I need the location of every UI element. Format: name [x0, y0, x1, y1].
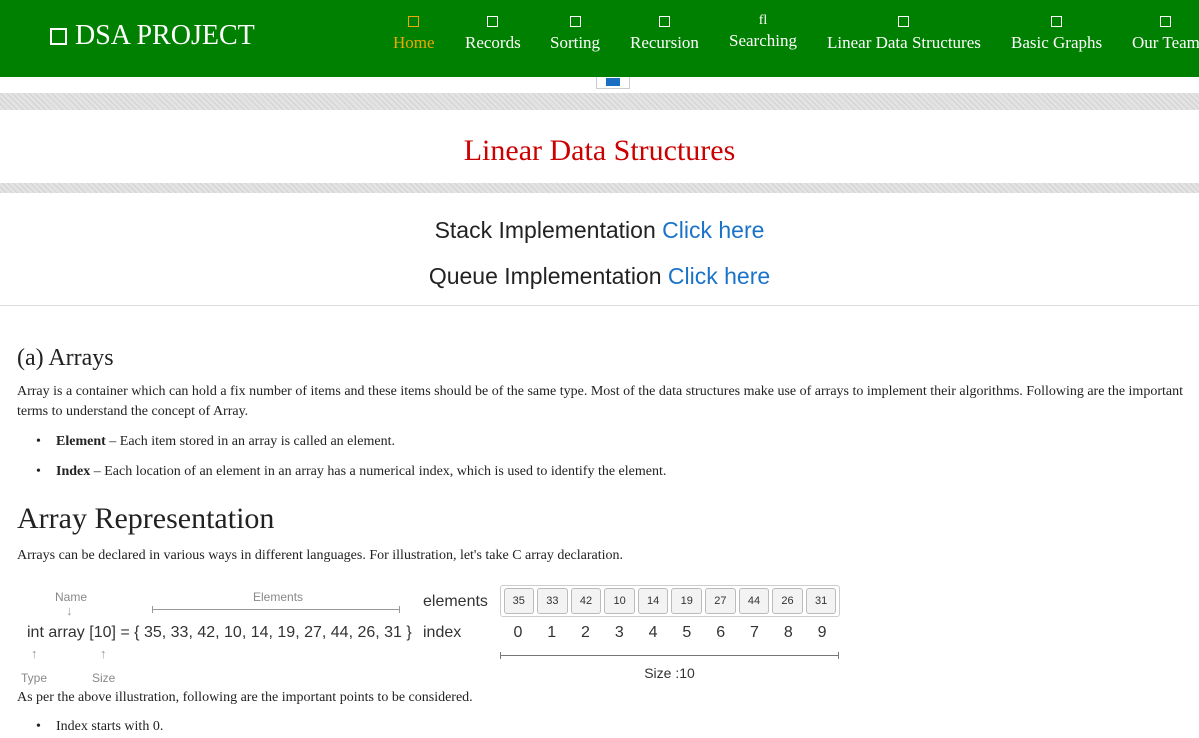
- list-item: Index – Each location of an element in a…: [36, 464, 667, 480]
- size-bracket: [500, 652, 839, 659]
- array-cell: 44: [738, 588, 770, 614]
- brand-box-icon: [50, 27, 67, 45]
- recursion-icon: [658, 16, 670, 27]
- nav-label: Linear Data Structures: [827, 33, 981, 52]
- array-index: 2: [581, 624, 590, 641]
- nav-item-searching[interactable]: fl Searching: [729, 12, 797, 51]
- nav-item-sorting[interactable]: Sorting: [550, 12, 600, 53]
- array-representation-heading: Array Representation: [17, 502, 275, 535]
- array-index: 6: [716, 624, 726, 641]
- nav-label: Sorting: [550, 33, 601, 52]
- stack-implementation-label: Stack Implementation: [434, 217, 656, 243]
- array-cell: 27: [705, 588, 736, 614]
- array-illustration: Name ↓ Elements int array [10] = { 35, 3…: [0, 585, 860, 685]
- top-navbar: DSA PROJECT Home Records Sorting Recursi…: [0, 0, 1199, 77]
- nav-item-basic-graphs[interactable]: Basic Graphs: [1011, 12, 1102, 53]
- size-label: Size: [92, 671, 116, 685]
- array-cell: 31: [805, 588, 837, 614]
- array-index: 7: [750, 624, 759, 641]
- point-text: Index starts with 0.: [56, 719, 164, 734]
- array-cell: 14: [637, 588, 669, 614]
- index-word: index: [423, 624, 462, 641]
- list-item: Element – Each item stored in an array i…: [36, 434, 395, 450]
- term-desc: – Each location of an element in an arra…: [93, 464, 667, 479]
- type-arrow-icon: ↑: [31, 646, 38, 661]
- name-label: Name: [55, 590, 88, 604]
- arrays-intro: Array is a container which can hold a fi…: [17, 384, 1183, 419]
- array-index: 8: [783, 624, 793, 641]
- nav-label: Basic Graphs: [1011, 33, 1103, 52]
- section-divider: [0, 305, 1199, 306]
- nav-label: Home: [393, 33, 435, 52]
- page-title: Linear Data Structures: [463, 134, 736, 167]
- brand-title: DSA PROJECT: [75, 20, 255, 51]
- arrays-heading: (a) Arrays: [17, 345, 114, 371]
- divider-bottom: [0, 183, 1199, 193]
- searching-icon: fl: [758, 13, 768, 28]
- type-label: Type: [21, 671, 48, 685]
- menu-toggle-button[interactable]: [596, 77, 630, 89]
- nav-label: Records: [465, 33, 521, 52]
- team-icon: [1160, 16, 1172, 27]
- array-index: 9: [817, 624, 827, 641]
- linear-ds-icon: [898, 16, 910, 27]
- array-index: 4: [648, 624, 658, 641]
- term: Index: [56, 464, 91, 479]
- elements-word: elements: [423, 593, 488, 610]
- stack-click-here-link[interactable]: Click here: [662, 217, 764, 243]
- queue-click-here-link[interactable]: Click here: [668, 263, 770, 289]
- stack-implementation-row: Stack Implementation Click here: [0, 217, 1199, 244]
- size-arrow-icon: ↑: [100, 646, 107, 661]
- records-icon: [487, 16, 499, 27]
- array-cell: 33: [537, 588, 568, 614]
- list-item: Index starts with 0.: [36, 719, 164, 735]
- term: Element: [56, 434, 106, 449]
- array-index: 0: [513, 624, 523, 641]
- name-arrow-icon: ↓: [66, 603, 73, 618]
- menu-toggle-icon: [606, 78, 620, 86]
- array-index: 3: [614, 624, 624, 641]
- nav-item-linear-data-structures[interactable]: Linear Data Structures: [827, 12, 981, 53]
- queue-implementation-label: Queue Implementation: [428, 263, 662, 289]
- divider-top: [0, 93, 1199, 110]
- array-cell: 26: [772, 588, 803, 614]
- nav-item-our-team[interactable]: Our Team: [1132, 12, 1199, 53]
- nav-item-recursion[interactable]: Recursion: [630, 12, 699, 53]
- array-indices: 0 1 2 3 4 5 6 7 8 9: [500, 624, 840, 642]
- nav-label: Recursion: [630, 33, 699, 52]
- array-index: 5: [682, 624, 692, 641]
- nav-label: Our Team: [1132, 33, 1199, 52]
- nav-label: Searching: [729, 31, 797, 50]
- array-cell: 42: [570, 588, 602, 614]
- term-desc: – Each item stored in an array is called…: [109, 434, 395, 449]
- illustration-followup: As per the above illustration, following…: [17, 690, 473, 705]
- array-index: 1: [547, 624, 557, 641]
- sorting-icon: [569, 16, 581, 27]
- elements-bracket: [152, 606, 400, 613]
- size-text: Size :10: [644, 665, 695, 681]
- nav-item-records[interactable]: Records: [465, 12, 521, 53]
- array-cells: 35 33 42 10 14 19 27 44 26 31: [500, 585, 840, 617]
- elements-label: Elements: [253, 590, 304, 604]
- array-cell: 35: [503, 588, 535, 614]
- brand-logo[interactable]: DSA PROJECT: [50, 20, 255, 52]
- graphs-icon: [1051, 16, 1063, 27]
- array-declaration: int array [10] = { 35, 33, 42, 10, 14, 1…: [27, 624, 412, 641]
- array-cell: 19: [671, 588, 703, 614]
- nav-item-home[interactable]: Home: [393, 12, 435, 53]
- home-icon: [408, 16, 420, 27]
- array-cell: 10: [604, 588, 635, 614]
- representation-intro: Arrays can be declared in various ways i…: [17, 548, 623, 563]
- queue-implementation-row: Queue Implementation Click here: [0, 263, 1199, 290]
